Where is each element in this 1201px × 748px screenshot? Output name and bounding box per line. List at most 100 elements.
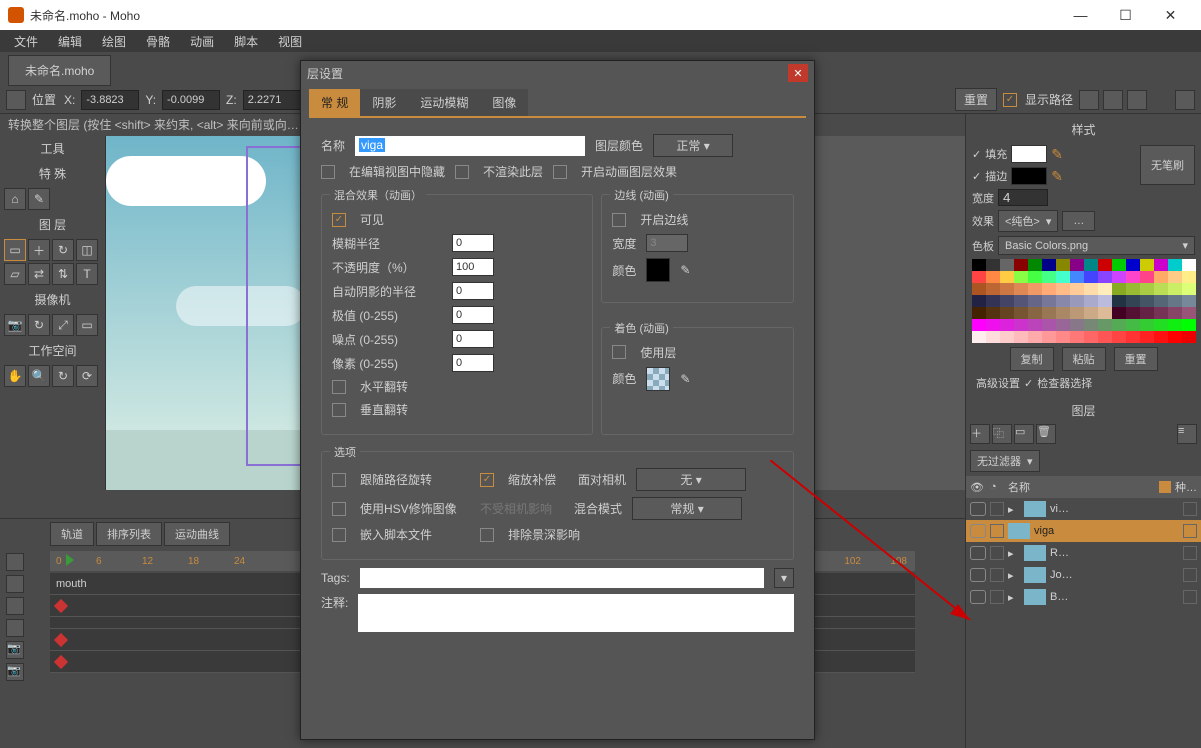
layercolor-dropdown[interactable]: 正常 ▾ (653, 134, 733, 157)
close-button[interactable]: ✕ (1148, 0, 1193, 30)
hsv-check[interactable] (332, 502, 346, 516)
palette-swatch[interactable] (1042, 331, 1056, 343)
palette-swatch[interactable] (1140, 307, 1154, 319)
palette-swatch[interactable] (972, 307, 986, 319)
embed-check[interactable] (332, 528, 346, 542)
tab-motionblur[interactable]: 运动模糊 (408, 89, 480, 116)
palette-swatch[interactable] (1168, 283, 1182, 295)
tags-dropdown-icon[interactable]: ▾ (774, 568, 794, 588)
layer-color-box[interactable] (990, 590, 1004, 604)
tool-icon-2[interactable] (1103, 90, 1123, 110)
palette-swatch[interactable] (1154, 295, 1168, 307)
nodof-check[interactable] (480, 528, 494, 542)
tab-sort[interactable]: 排序列表 (96, 522, 162, 546)
palette-swatch[interactable] (1098, 307, 1112, 319)
palette-swatch[interactable] (972, 283, 986, 295)
palette-swatch[interactable] (1084, 271, 1098, 283)
layer-color-box[interactable] (990, 524, 1004, 538)
palette-swatch[interactable] (972, 331, 986, 343)
dup-layer-icon[interactable]: ⿻ (992, 424, 1012, 444)
effect-more-button[interactable]: … (1062, 211, 1095, 231)
delete-layer-icon[interactable]: 🗑 (1036, 424, 1056, 444)
maximize-button[interactable]: ☐ (1103, 0, 1148, 30)
blendmode-dropdown[interactable]: 常规 ▾ (632, 497, 742, 520)
x-input[interactable] (81, 90, 139, 110)
palette-swatch[interactable] (1140, 319, 1154, 331)
palette-swatch[interactable] (986, 331, 1000, 343)
palette-swatch[interactable] (1168, 331, 1182, 343)
layer-kind-box[interactable] (1183, 546, 1197, 560)
hflip-check[interactable] (332, 380, 346, 394)
palette-swatch[interactable] (1084, 259, 1098, 271)
palette-swatch[interactable] (1084, 331, 1098, 343)
palette-swatch[interactable] (1000, 307, 1014, 319)
no-render-check[interactable] (455, 165, 469, 179)
orbit-icon[interactable]: ↻ (52, 365, 74, 387)
menu-file[interactable]: 文件 (4, 33, 48, 50)
palette-swatch[interactable] (1182, 295, 1196, 307)
stroke-picker-icon[interactable]: ✎ (1051, 168, 1063, 185)
flipv-icon[interactable]: ⇅ (52, 263, 74, 285)
ref-layer-icon[interactable]: ▭ (1014, 424, 1034, 444)
color-palette[interactable] (972, 259, 1196, 343)
palette-swatch[interactable] (1070, 271, 1084, 283)
palette-swatch[interactable] (1112, 259, 1126, 271)
palette-swatch[interactable] (1070, 331, 1084, 343)
palette-dropdown[interactable]: Basic Colors.png▾ (998, 236, 1195, 255)
fill-check[interactable]: ✓ (972, 148, 981, 161)
cam-1-icon[interactable]: 📷 (4, 314, 26, 336)
cam-2-icon[interactable]: ↻ (28, 314, 50, 336)
palette-swatch[interactable] (1168, 319, 1182, 331)
edge-color-swatch[interactable] (646, 258, 670, 282)
palette-swatch[interactable] (1126, 283, 1140, 295)
palette-swatch[interactable] (1126, 307, 1140, 319)
palette-swatch[interactable] (1056, 283, 1070, 295)
palette-swatch[interactable] (1098, 259, 1112, 271)
edge-width-input[interactable] (646, 234, 688, 252)
layer-row[interactable]: ▸B… (966, 586, 1201, 608)
book-icon[interactable] (1175, 90, 1195, 110)
palette-swatch[interactable] (972, 271, 986, 283)
y-input[interactable] (162, 90, 220, 110)
tab-curve[interactable]: 运动曲线 (164, 522, 230, 546)
tool-icon-1[interactable] (1079, 90, 1099, 110)
palette-swatch[interactable] (1154, 283, 1168, 295)
follow-check[interactable] (332, 473, 346, 487)
palette-swatch[interactable] (986, 283, 1000, 295)
playhead-icon[interactable] (66, 554, 74, 566)
rotate-icon[interactable]: ↻ (52, 239, 74, 261)
palette-swatch[interactable] (1182, 259, 1196, 271)
layer-name-input[interactable]: viga (355, 136, 585, 156)
stroke-check[interactable]: ✓ (972, 170, 981, 183)
palette-swatch[interactable] (1140, 295, 1154, 307)
pixel-input[interactable] (452, 354, 494, 372)
edge-enable-check[interactable] (612, 213, 626, 227)
palette-swatch[interactable] (1056, 271, 1070, 283)
palette-swatch[interactable] (1070, 319, 1084, 331)
tl-icon[interactable] (6, 597, 24, 615)
palette-swatch[interactable] (1140, 331, 1154, 343)
menu-view[interactable]: 视图 (268, 33, 312, 50)
palette-swatch[interactable] (1000, 295, 1014, 307)
palette-swatch[interactable] (1168, 259, 1182, 271)
palette-swatch[interactable] (1126, 259, 1140, 271)
stroke-width-input[interactable] (998, 189, 1048, 206)
palette-swatch[interactable] (1014, 283, 1028, 295)
palette-swatch[interactable] (1042, 307, 1056, 319)
layer-kind-box[interactable] (1183, 568, 1197, 582)
layer-kind-box[interactable] (1183, 502, 1197, 516)
palette-swatch[interactable] (1000, 271, 1014, 283)
visibility-icon[interactable] (970, 568, 986, 582)
palette-swatch[interactable] (1042, 259, 1056, 271)
anim-effect-check[interactable] (553, 165, 567, 179)
palette-swatch[interactable] (1084, 307, 1098, 319)
layer-menu-icon[interactable]: ≡ (1177, 424, 1197, 444)
palette-swatch[interactable] (1070, 307, 1084, 319)
palette-swatch[interactable] (1098, 283, 1112, 295)
palette-swatch[interactable] (1042, 283, 1056, 295)
move-layer-icon[interactable]: ▭ (4, 239, 26, 261)
palette-swatch[interactable] (1112, 307, 1126, 319)
palette-swatch[interactable] (1014, 307, 1028, 319)
palette-swatch[interactable] (1042, 271, 1056, 283)
noise-input[interactable] (452, 330, 494, 348)
